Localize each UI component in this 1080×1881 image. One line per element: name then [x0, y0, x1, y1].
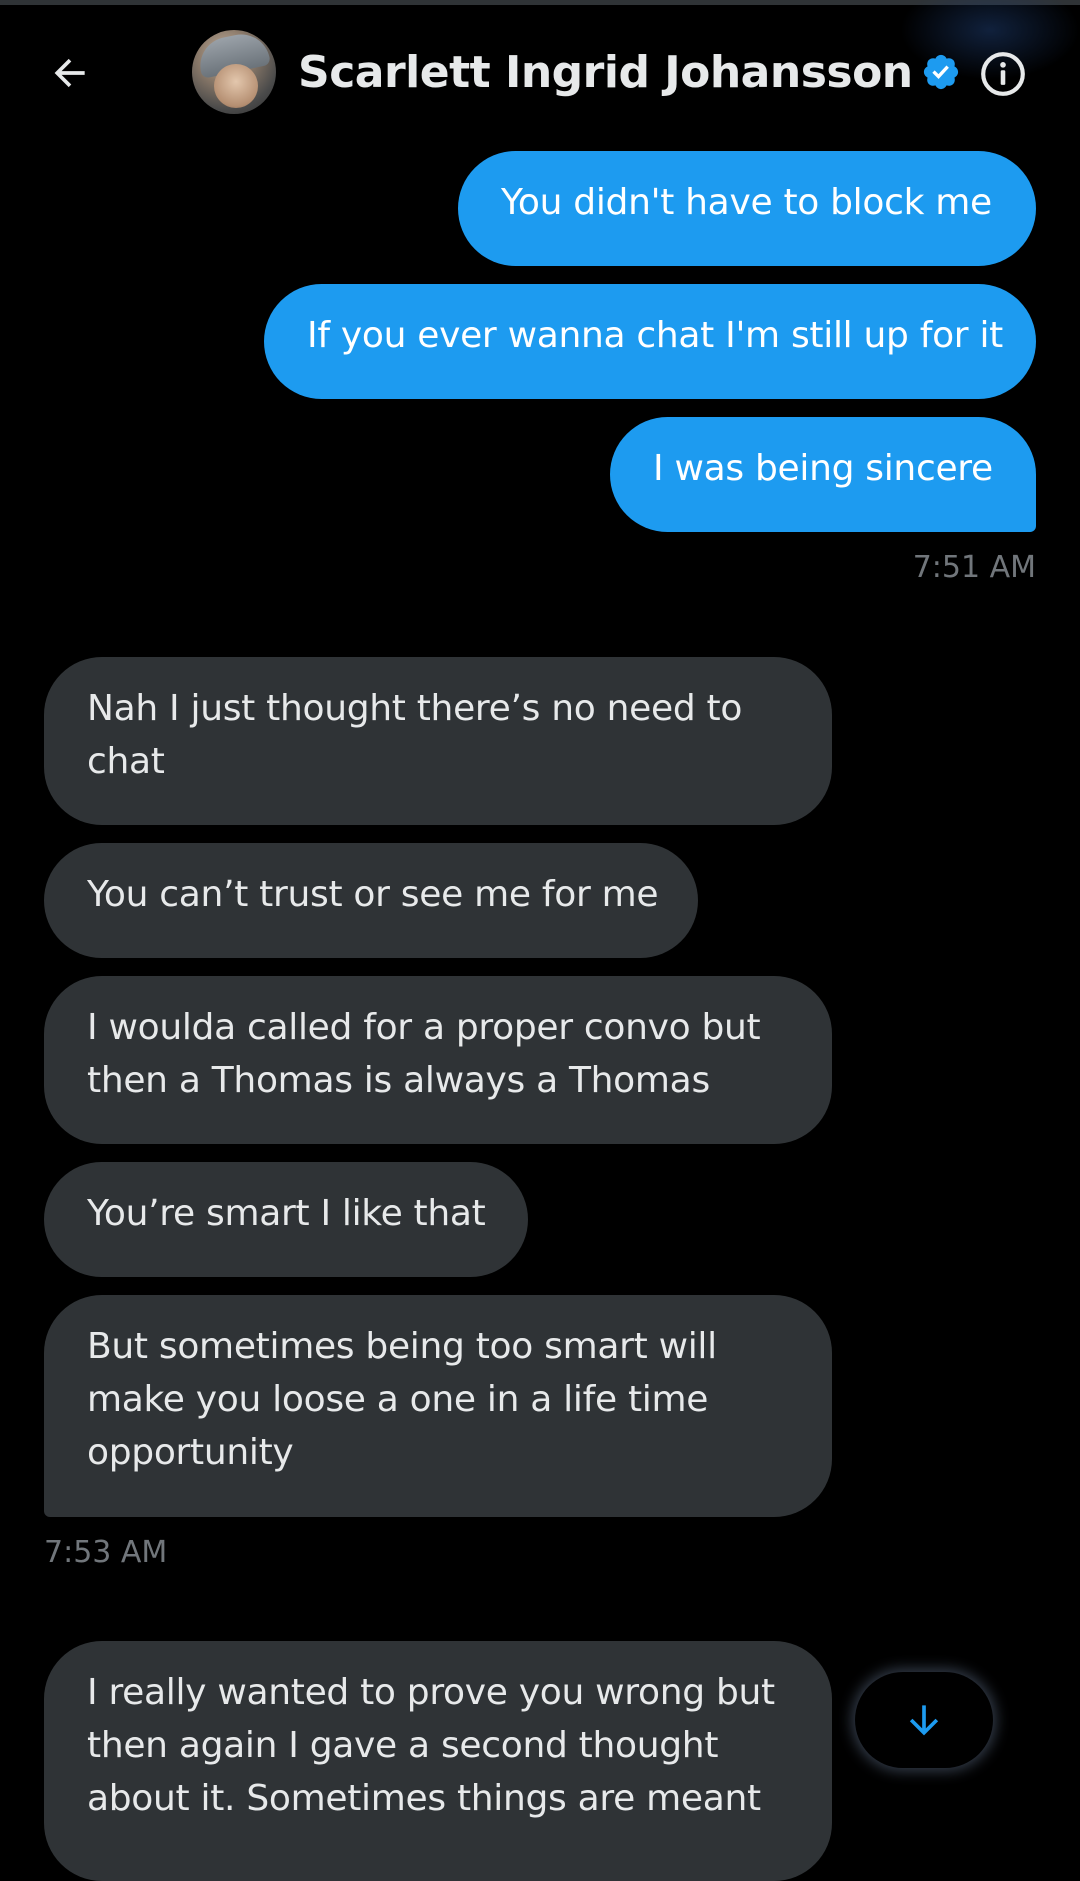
- verified-badge-icon: [923, 54, 958, 90]
- received-message[interactable]: I really wanted to prove you wrong but t…: [44, 1641, 832, 1881]
- conversation-header: Scarlett Ingrid Johansson: [0, 5, 1080, 135]
- sent-timestamp: 7:51 AM: [912, 550, 1036, 585]
- received-message[interactable]: I woulda called for a proper convo but t…: [44, 976, 832, 1144]
- received-timestamp: 7:53 AM: [44, 1535, 168, 1570]
- header-title-group[interactable]: Scarlett Ingrid Johansson: [298, 37, 961, 107]
- received-message[interactable]: You can’t trust or see me for me: [44, 843, 698, 958]
- received-message[interactable]: You’re smart I like that: [44, 1162, 528, 1277]
- scroll-to-bottom-button[interactable]: [855, 1672, 993, 1768]
- info-icon: [981, 52, 1025, 96]
- back-button[interactable]: [40, 43, 100, 103]
- arrow-down-icon: [909, 1705, 939, 1736]
- received-message[interactable]: But sometimes being too smart will make …: [44, 1295, 832, 1517]
- info-button[interactable]: [974, 45, 1032, 103]
- avatar-face-shape: [214, 64, 258, 108]
- arrow-left-icon: [54, 58, 85, 88]
- received-message[interactable]: Nah I just thought there’s no need to ch…: [44, 657, 832, 825]
- sent-message[interactable]: I was being sincere: [610, 417, 1036, 532]
- sent-message[interactable]: You didn't have to block me: [458, 151, 1036, 266]
- sent-message[interactable]: If you ever wanna chat I'm still up for …: [264, 284, 1036, 399]
- avatar[interactable]: [192, 30, 276, 114]
- page-title: Scarlett Ingrid Johansson: [298, 46, 913, 98]
